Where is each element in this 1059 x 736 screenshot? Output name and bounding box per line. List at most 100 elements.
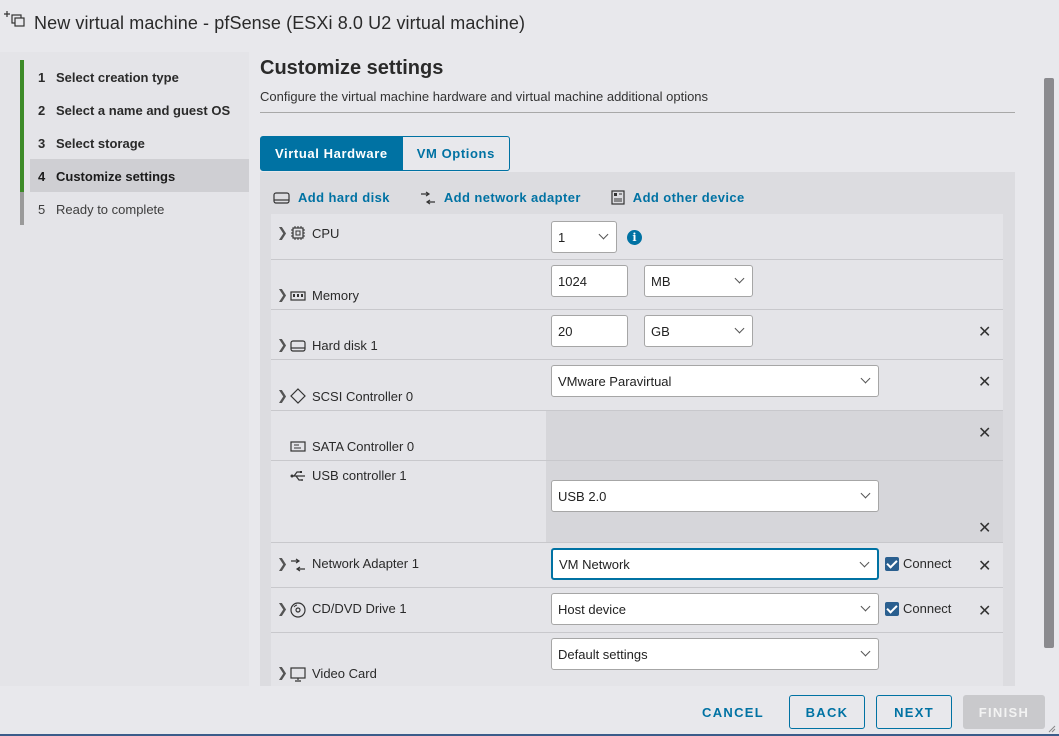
- expand-chevron-icon[interactable]: ❯: [277, 287, 288, 303]
- step-number: 4: [38, 169, 46, 184]
- connect-checkbox[interactable]: [885, 602, 899, 616]
- connect-label: Connect: [903, 556, 952, 571]
- hardware-toolbar: Add hard disk Add network adapter Add ot…: [273, 190, 775, 205]
- cpu-icon: [291, 226, 305, 240]
- add-network-adapter-button[interactable]: Add network adapter: [420, 190, 581, 205]
- hw-row-hard-disk: ❯ Hard disk 1 20 GB ✕: [271, 310, 1003, 360]
- add-other-device-label: Add other device: [632, 190, 745, 205]
- usb-icon: [290, 471, 305, 481]
- remove-cd-dvd-button[interactable]: ✕: [978, 601, 991, 621]
- divider: [260, 112, 1015, 113]
- hw-row-scsi-controller: ❯ SCSI Controller 0 VMware Paravirtual ✕: [271, 360, 1003, 411]
- expand-chevron-icon[interactable]: ❯: [277, 665, 288, 681]
- finish-button[interactable]: FINISH: [963, 695, 1045, 729]
- disk-unit-value: GB: [651, 323, 670, 339]
- network-adapter-icon: [291, 558, 305, 572]
- resize-grip-icon[interactable]: [1046, 723, 1056, 733]
- scsi-controller-icon: [290, 388, 306, 404]
- expand-chevron-icon[interactable]: ❯: [277, 601, 288, 617]
- remove-sata-button[interactable]: ✕: [978, 423, 991, 443]
- step-select-storage[interactable]: 3 Select storage: [20, 126, 249, 159]
- add-hard-disk-button[interactable]: Add hard disk: [273, 190, 390, 205]
- cancel-button[interactable]: CANCEL: [690, 695, 776, 729]
- hw-row-network-adapter: ❯ Network Adapter 1 VM Network Connect ✕: [271, 543, 1003, 588]
- wizard-steps: 1 Select creation type 2 Select a name a…: [0, 52, 249, 686]
- network-adapter-icon: [420, 191, 435, 204]
- disk-size-input[interactable]: 20: [551, 315, 628, 347]
- add-other-device-button[interactable]: Add other device: [611, 190, 745, 205]
- title-bar: New virtual machine - pfSense (ESXi 8.0 …: [0, 0, 1059, 52]
- step-select-creation-type[interactable]: 1 Select creation type: [20, 60, 249, 93]
- step-label: Customize settings: [56, 169, 176, 184]
- window-title: New virtual machine - pfSense (ESXi 8.0 …: [34, 13, 526, 33]
- expand-chevron-icon[interactable]: ❯: [277, 225, 288, 241]
- info-icon[interactable]: i: [627, 230, 642, 245]
- hw-label: SCSI Controller 0: [312, 389, 414, 404]
- hw-label: Video Card: [312, 666, 377, 681]
- step-customize-settings[interactable]: 4 Customize settings: [20, 159, 249, 192]
- step-label: Select a name and guest OS: [56, 103, 231, 118]
- remove-network-button[interactable]: ✕: [978, 556, 991, 576]
- usb-type-select[interactable]: USB 2.0: [551, 480, 879, 512]
- hw-row-sata-controller: SATA Controller 0 ✕: [271, 411, 1003, 461]
- hw-label: CD/DVD Drive 1: [312, 601, 407, 616]
- memory-size-input[interactable]: 1024: [551, 265, 628, 297]
- scsi-type-select[interactable]: VMware Paravirtual: [551, 365, 879, 397]
- hw-label: Hard disk 1: [312, 338, 378, 353]
- add-hard-disk-label: Add hard disk: [298, 190, 390, 205]
- cd-dvd-value: Host device: [558, 601, 626, 617]
- new-vm-icon: [4, 11, 25, 27]
- add-network-adapter-label: Add network adapter: [443, 190, 581, 205]
- tab-virtual-hardware[interactable]: Virtual Hardware: [260, 136, 403, 171]
- hw-label: Memory: [312, 288, 359, 303]
- other-device-icon: [611, 190, 625, 205]
- tab-vm-options[interactable]: VM Options: [402, 136, 510, 171]
- step-label: Select storage: [56, 136, 145, 151]
- step-ready-to-complete[interactable]: 5 Ready to complete: [20, 192, 249, 225]
- settings-tabs: Virtual Hardware VM Options: [260, 136, 510, 171]
- hw-label: USB controller 1: [312, 468, 407, 483]
- scrollbar-thumb[interactable]: [1044, 78, 1054, 648]
- step-number: 5: [38, 202, 46, 217]
- step-number: 2: [38, 103, 46, 118]
- cd-dvd-select[interactable]: Host device: [551, 593, 879, 625]
- hw-row-usb-controller: USB controller 1 USB 2.0 ✕: [271, 461, 1003, 543]
- disk-unit-select[interactable]: GB: [644, 315, 753, 347]
- step-select-name-guest-os[interactable]: 2 Select a name and guest OS: [20, 93, 249, 126]
- step-label: Select creation type: [56, 70, 179, 85]
- connect-checkbox[interactable]: [885, 557, 899, 571]
- connect-label: Connect: [903, 601, 952, 616]
- page-title: Customize settings: [260, 57, 444, 79]
- cpu-count-value: 1: [558, 229, 566, 245]
- cpu-count-select[interactable]: 1: [551, 221, 617, 253]
- sata-controller-icon: [290, 441, 306, 452]
- remove-scsi-button[interactable]: ✕: [978, 372, 991, 392]
- hw-label: Network Adapter 1: [312, 556, 419, 571]
- remove-usb-button[interactable]: ✕: [978, 518, 991, 538]
- remove-hard-disk-button[interactable]: ✕: [978, 322, 991, 342]
- memory-unit-select[interactable]: MB: [644, 265, 753, 297]
- step-label: Ready to complete: [56, 202, 165, 217]
- video-settings-select[interactable]: Default settings: [551, 638, 879, 670]
- hard-disk-icon: [290, 340, 306, 352]
- main-content: Customize settings Configure the virtual…: [249, 52, 1043, 686]
- back-button[interactable]: BACK: [789, 695, 865, 729]
- hw-label: CPU: [312, 226, 340, 241]
- usb-type-value: USB 2.0: [558, 488, 607, 504]
- page-subtitle: Configure the virtual machine hardware a…: [260, 89, 709, 104]
- hw-row-video-card: ❯ Video Card Default settings: [271, 633, 1003, 686]
- step-number: 1: [38, 70, 46, 85]
- expand-chevron-icon[interactable]: ❯: [277, 388, 288, 404]
- scsi-type-value: VMware Paravirtual: [558, 373, 672, 389]
- step-number: 3: [38, 136, 46, 151]
- expand-chevron-icon[interactable]: ❯: [277, 337, 288, 353]
- monitor-icon: [290, 667, 306, 682]
- video-settings-value: Default settings: [558, 646, 648, 662]
- wizard-footer: CANCEL BACK NEXT FINISH: [0, 686, 1059, 736]
- network-value: VM Network: [559, 556, 630, 572]
- network-select[interactable]: VM Network: [551, 548, 879, 580]
- expand-chevron-icon[interactable]: ❯: [277, 556, 288, 572]
- hw-row-cpu: ❯ CPU 1 i: [271, 214, 1003, 260]
- next-button[interactable]: NEXT: [876, 695, 952, 729]
- hw-label: SATA Controller 0: [312, 439, 415, 454]
